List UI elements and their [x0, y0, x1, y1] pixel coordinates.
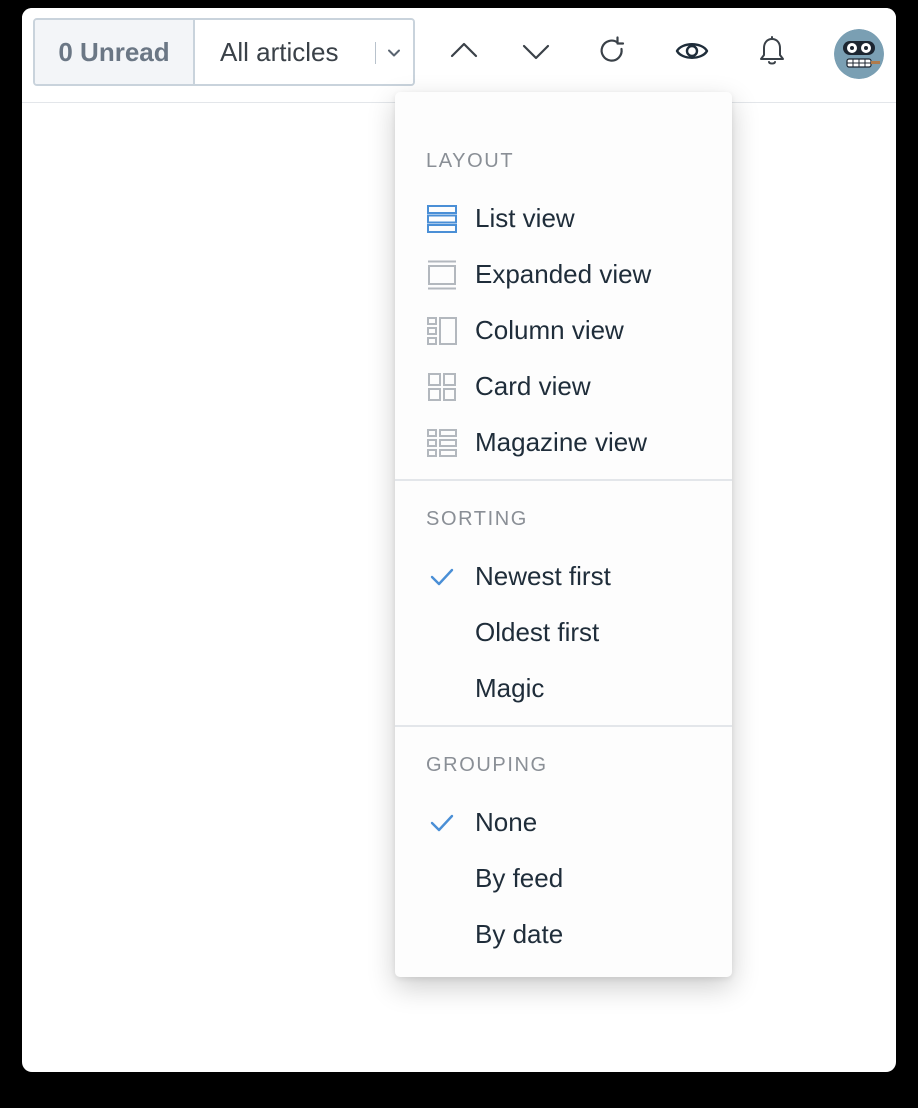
view-options-menu: LAYOUT List view Expanded view Column vi…: [395, 92, 732, 977]
menu-item-card-view[interactable]: Card view: [395, 362, 732, 410]
list-view-icon: [427, 205, 457, 233]
menu-item-label: Column view: [475, 314, 624, 345]
chevron-down-icon: [388, 49, 400, 57]
next-article-button[interactable]: [518, 33, 554, 69]
menu-item-by-date[interactable]: By date: [395, 910, 732, 958]
menu-item-newest-first[interactable]: Newest first: [395, 552, 732, 600]
articles-filter-label: All articles: [220, 36, 339, 67]
menu-item-label: By feed: [475, 862, 564, 893]
menu-item-label: List view: [475, 202, 575, 233]
user-avatar[interactable]: [834, 29, 884, 79]
menu-item-label: Newest first: [475, 560, 611, 591]
menu-divider: [395, 725, 732, 727]
previous-article-button[interactable]: [446, 33, 482, 69]
card-view-icon: [428, 373, 456, 401]
chevron-down-icon: [522, 44, 550, 60]
menu-item-label: By date: [475, 918, 564, 949]
menu-item-oldest-first[interactable]: Oldest first: [395, 608, 732, 656]
menu-item-label: Magazine view: [475, 426, 647, 457]
articles-filter-dropdown[interactable]: All articles: [195, 20, 413, 84]
menu-item-by-feed[interactable]: By feed: [395, 854, 732, 902]
menu-item-list-view[interactable]: List view: [395, 194, 732, 242]
refresh-icon: [600, 36, 625, 62]
menu-item-magic[interactable]: Magic: [395, 664, 732, 712]
expanded-view-icon: [428, 260, 456, 290]
notifications-button[interactable]: [754, 33, 790, 69]
column-view-icon: [427, 317, 457, 345]
dropdown-separator: [375, 42, 376, 64]
menu-item-label: None: [475, 806, 538, 837]
read-filter-group: 0 Unread All articles: [33, 18, 415, 86]
layout-section-header: LAYOUT: [426, 150, 515, 172]
menu-item-magazine-view[interactable]: Magazine view: [395, 418, 732, 466]
chevron-up-icon: [450, 42, 478, 58]
toolbar: 0 Unread All articles: [22, 8, 896, 103]
menu-item-label: Magic: [475, 672, 545, 703]
menu-item-label: Expanded view: [475, 258, 652, 289]
grouping-section-header: GROUPING: [426, 754, 548, 776]
menu-item-column-view[interactable]: Column view: [395, 306, 732, 354]
eye-icon: [675, 43, 709, 59]
sorting-section-header: SORTING: [426, 508, 528, 530]
menu-item-label: Oldest first: [475, 616, 600, 647]
magazine-view-icon: [427, 429, 457, 457]
menu-divider: [395, 479, 732, 481]
checkmark-icon: [430, 814, 454, 832]
app-window: 0 Unread All articles LAYOUT List view E…: [22, 8, 896, 1072]
unread-filter-button[interactable]: 0 Unread: [35, 20, 195, 84]
checkmark-icon: [430, 568, 454, 586]
menu-item-label: Card view: [475, 370, 591, 401]
refresh-button[interactable]: [594, 33, 630, 69]
bell-icon: [760, 36, 784, 65]
menu-item-none[interactable]: None: [395, 798, 732, 846]
view-options-button[interactable]: [674, 33, 710, 69]
menu-item-expanded-view[interactable]: Expanded view: [395, 250, 732, 298]
robot-avatar-icon: [834, 29, 884, 79]
